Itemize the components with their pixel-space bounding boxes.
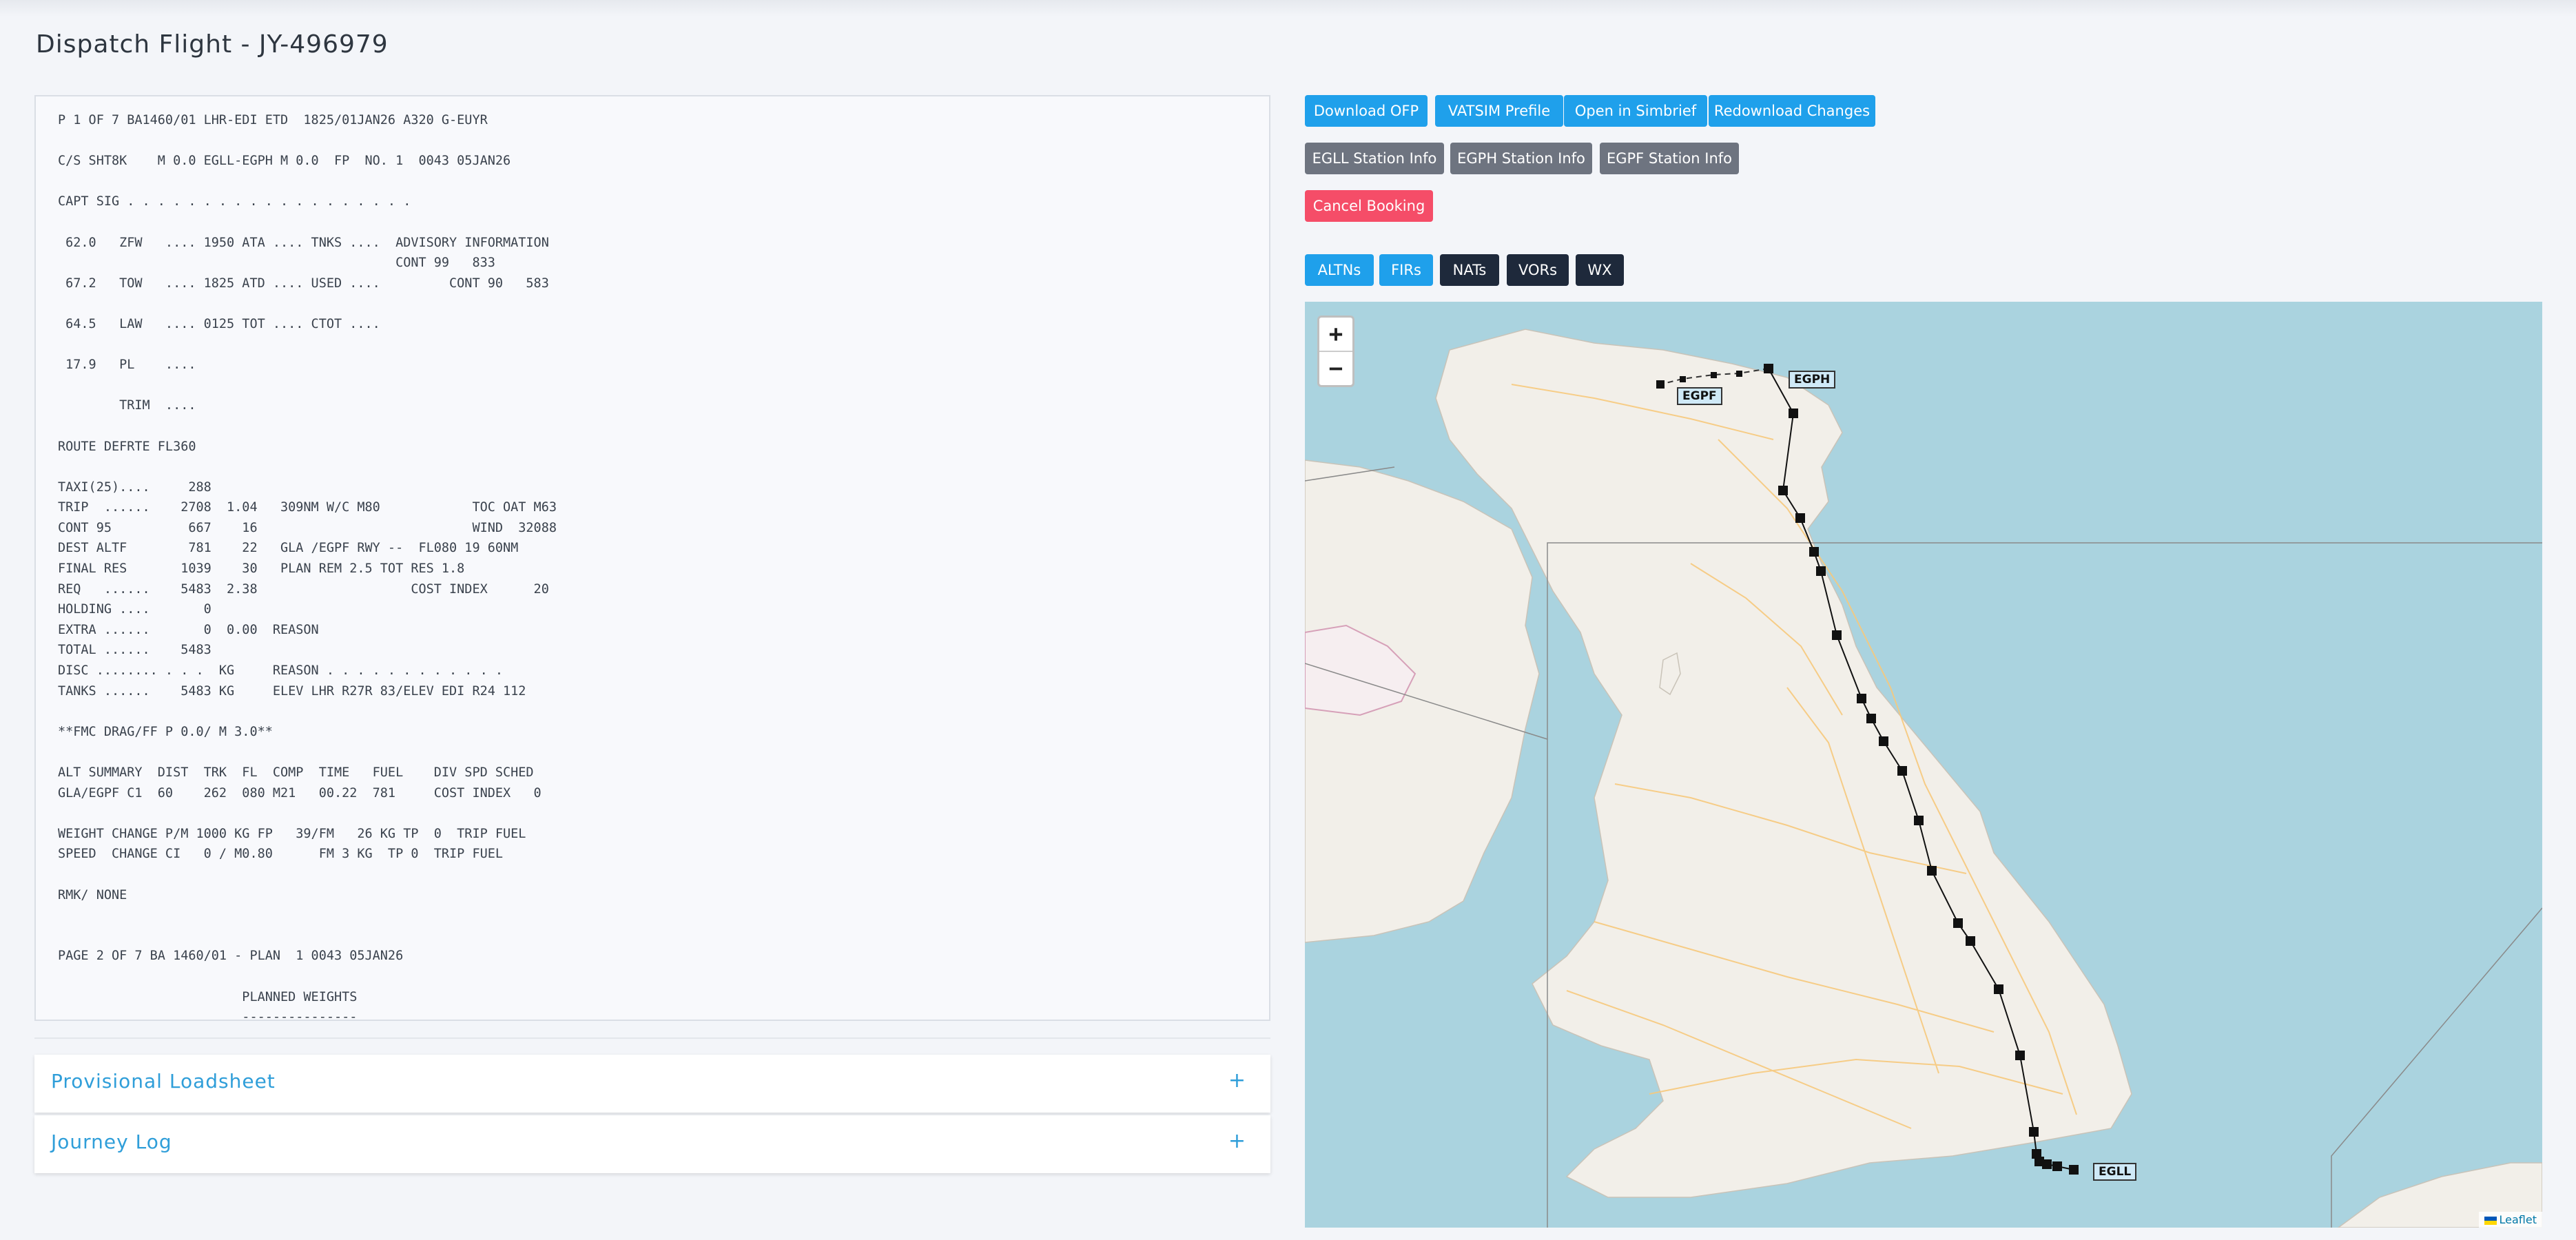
great-britain-landmass bbox=[1435, 329, 2132, 1198]
nats-layer-button[interactable]: NATs bbox=[1440, 254, 1499, 286]
journey-log-title: Journey Log bbox=[51, 1130, 172, 1153]
open-in-simbrief-button[interactable]: Open in Simbrief bbox=[1564, 95, 1707, 127]
expand-plus-icon[interactable]: + bbox=[1228, 1129, 1246, 1153]
ofp-panel[interactable]: P 1 OF 7 BA1460/01 LHR-EDI ETD 1825/01JA… bbox=[34, 95, 1270, 1021]
egll-station-info-button[interactable]: EGLL Station Info bbox=[1305, 143, 1444, 174]
redownload-changes-button[interactable]: Redownload Changes bbox=[1709, 95, 1875, 127]
zoom-control: + − bbox=[1317, 316, 1354, 387]
egll-station-label[interactable]: EGLL bbox=[2093, 1163, 2137, 1181]
leaflet-attribution-text: Leaflet bbox=[2499, 1213, 2537, 1226]
wx-layer-button[interactable]: WX bbox=[1576, 254, 1624, 286]
top-shade bbox=[0, 0, 2576, 17]
egpf-station-label[interactable]: EGPF bbox=[1677, 387, 1722, 405]
vors-layer-button[interactable]: VORs bbox=[1507, 254, 1569, 286]
expand-plus-icon[interactable]: + bbox=[1228, 1068, 1246, 1093]
vatsim-prefile-button[interactable]: VATSIM Prefile bbox=[1435, 95, 1563, 127]
map-canvas bbox=[1305, 329, 2542, 1228]
provisional-loadsheet-title: Provisional Loadsheet bbox=[51, 1070, 276, 1093]
egph-station-label[interactable]: EGPH bbox=[1789, 371, 1836, 389]
egph-station-info-button[interactable]: EGPH Station Info bbox=[1450, 143, 1592, 174]
journey-log-accordion[interactable]: Journey Log + bbox=[34, 1115, 1270, 1173]
provisional-loadsheet-accordion[interactable]: Provisional Loadsheet + bbox=[34, 1055, 1270, 1113]
ofp-text: P 1 OF 7 BA1460/01 LHR-EDI ETD 1825/01JA… bbox=[58, 113, 557, 1021]
zoom-out-button[interactable]: − bbox=[1319, 352, 1352, 385]
panel-divider bbox=[34, 1037, 1270, 1039]
altns-layer-button[interactable]: ALTNs bbox=[1305, 254, 1374, 286]
firs-layer-button[interactable]: FIRs bbox=[1379, 254, 1433, 286]
page-title: Dispatch Flight - JY-496979 bbox=[36, 30, 389, 59]
download-ofp-button[interactable]: Download OFP bbox=[1305, 95, 1428, 127]
cancel-booking-button[interactable]: Cancel Booking bbox=[1305, 190, 1433, 222]
zoom-in-button[interactable]: + bbox=[1319, 318, 1352, 351]
route-map[interactable]: EGPH EGPF EGLL + − Leaflet bbox=[1305, 302, 2542, 1228]
egpf-station-info-button[interactable]: EGPF Station Info bbox=[1600, 143, 1739, 174]
leaflet-attribution-link[interactable]: Leaflet bbox=[2478, 1212, 2542, 1228]
ukraine-flag-icon bbox=[2484, 1216, 2497, 1225]
